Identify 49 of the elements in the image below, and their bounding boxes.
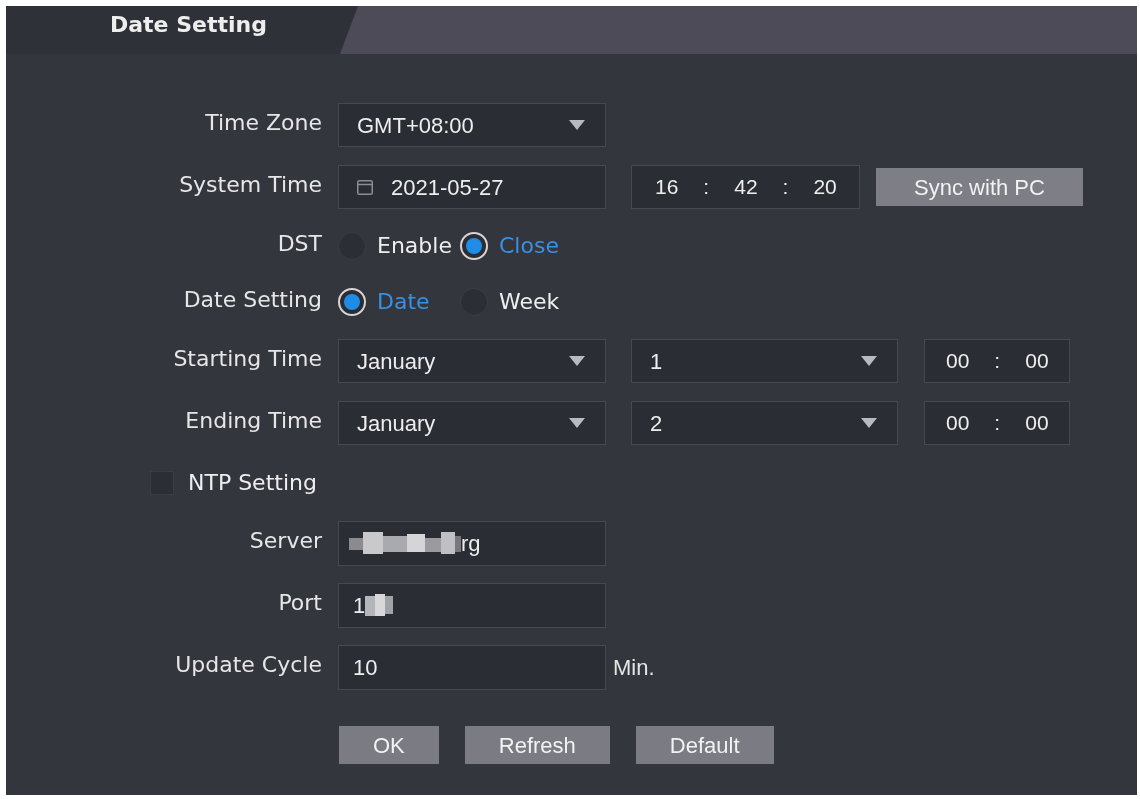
time-value: 00 xyxy=(946,410,970,437)
time-separator: : xyxy=(782,174,789,201)
caret-icon xyxy=(569,418,585,428)
time-separator: : xyxy=(994,410,1001,437)
time-value: 16 xyxy=(655,174,679,201)
radio-label: Week xyxy=(499,288,560,316)
field-label: Date Setting xyxy=(183,286,322,314)
action-button[interactable]: Default xyxy=(635,726,774,764)
caret-icon xyxy=(861,418,877,428)
caret-icon xyxy=(861,356,877,366)
time-value: 00 xyxy=(1025,410,1049,437)
calendar-icon xyxy=(357,179,373,195)
field-label: System Time xyxy=(179,171,322,199)
text-field[interactable]: rg xyxy=(338,520,606,566)
time-value: 00 xyxy=(946,348,970,375)
time-value: 20 xyxy=(813,174,837,201)
action-button[interactable]: OK xyxy=(339,726,439,764)
radio-label: Enable xyxy=(377,232,452,260)
time-value: 00 xyxy=(1025,348,1049,375)
caret-icon xyxy=(569,120,585,130)
caret-icon xyxy=(569,356,585,366)
unit-label: Min. xyxy=(613,653,655,682)
time-field[interactable]: 00 : 00 xyxy=(924,339,1070,383)
radio-label: Date xyxy=(377,288,430,316)
time-field[interactable]: 16 : 42 : 20 xyxy=(631,165,860,209)
dropdown[interactable]: 2 xyxy=(631,401,898,445)
dropdown[interactable]: 1 xyxy=(631,339,898,383)
redaction-mosaic xyxy=(365,594,394,616)
field-label: Starting Time xyxy=(173,345,322,373)
checkbox-label: NTP Setting xyxy=(188,469,317,497)
time-separator: : xyxy=(703,174,710,201)
time-separator: : xyxy=(994,348,1001,375)
text-field[interactable]: 10 xyxy=(338,644,606,690)
field-label: Time Zone xyxy=(205,109,322,137)
field-label: Ending Time xyxy=(185,407,322,435)
field-label: Port xyxy=(278,589,322,617)
sync-button[interactable]: Sync with PC xyxy=(876,168,1083,206)
time-value: 42 xyxy=(734,174,758,201)
field-label: Update Cycle xyxy=(175,651,322,679)
field-label: Server xyxy=(249,527,322,555)
action-button[interactable]: Refresh xyxy=(464,726,610,764)
date-field[interactable]: 2021-05-27 xyxy=(338,165,606,209)
dropdown[interactable]: GMT+08:00 xyxy=(338,103,606,147)
dropdown[interactable]: January xyxy=(338,401,606,445)
text-field[interactable]: 1 xyxy=(338,582,606,628)
dropdown[interactable]: January xyxy=(338,339,606,383)
field-label: DST xyxy=(277,230,322,258)
radio-label: Close xyxy=(499,232,559,260)
time-field[interactable]: 00 : 00 xyxy=(924,401,1070,445)
